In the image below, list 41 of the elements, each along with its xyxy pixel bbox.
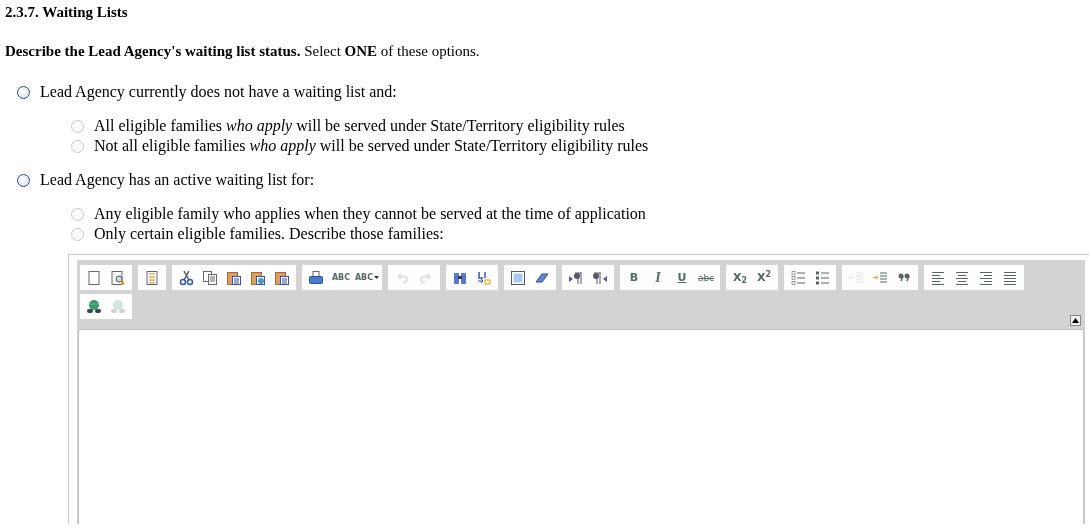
option-label: All eligible families who apply will be served under State/Territory eligibility rules xyxy=(94,117,625,135)
option-label: Lead Agency currently does not have a waiting list and: xyxy=(40,83,397,101)
section-title: 2.3.7. Waiting Lists xyxy=(5,4,129,22)
align-center-icon xyxy=(954,269,970,286)
question-text: Describe the Lead Agency's waiting list status. Select ONE of these options. xyxy=(5,43,481,60)
clipboard-icon xyxy=(226,269,242,286)
copy-icon xyxy=(202,269,218,286)
page-icon xyxy=(86,269,102,286)
align-left-icon xyxy=(930,269,946,286)
justify-icon xyxy=(1002,269,1018,286)
bullet-list-icon xyxy=(814,269,830,286)
underline-button[interactable]: U xyxy=(670,266,694,289)
option-label: Not all eligible families who apply will be served under State/Territory eligibility rules xyxy=(94,137,649,155)
clipboard-icon xyxy=(250,269,266,286)
align-right-icon xyxy=(978,269,994,286)
printer-icon xyxy=(308,269,324,286)
document-icon xyxy=(144,269,160,286)
spellcheck-menu-button[interactable]: ABC xyxy=(354,266,380,289)
globe-link-icon xyxy=(110,298,126,315)
caret-icon xyxy=(374,276,380,279)
clipboard-icon xyxy=(274,269,290,286)
outdent-icon xyxy=(848,269,864,286)
scissors-icon xyxy=(178,269,194,286)
collapse-toolbar-button[interactable] xyxy=(1070,315,1081,326)
indent-icon xyxy=(872,269,888,286)
italic-button[interactable]: I xyxy=(646,266,670,289)
radio-button[interactable] xyxy=(17,85,30,99)
globe-link-icon xyxy=(86,298,102,315)
magnifier-page-icon xyxy=(110,269,126,286)
bold-button[interactable]: B xyxy=(622,266,646,289)
numbered-list-icon xyxy=(790,269,806,286)
paragraph-icon xyxy=(568,269,584,286)
radio-button[interactable] xyxy=(17,173,30,187)
option-label: Any eligible family who applies when they cannot be served at the time of application xyxy=(94,205,646,223)
replace-icon xyxy=(476,269,492,286)
option-label: Only certain eligible families. Describe those families: xyxy=(94,225,444,243)
select-all-icon xyxy=(510,269,526,286)
strike-button[interactable]: abc xyxy=(694,266,718,289)
option-label: Lead Agency has an active waiting list for: xyxy=(40,171,315,189)
spellcheck-button[interactable]: ABC xyxy=(328,266,354,289)
paragraph-icon xyxy=(592,269,608,286)
